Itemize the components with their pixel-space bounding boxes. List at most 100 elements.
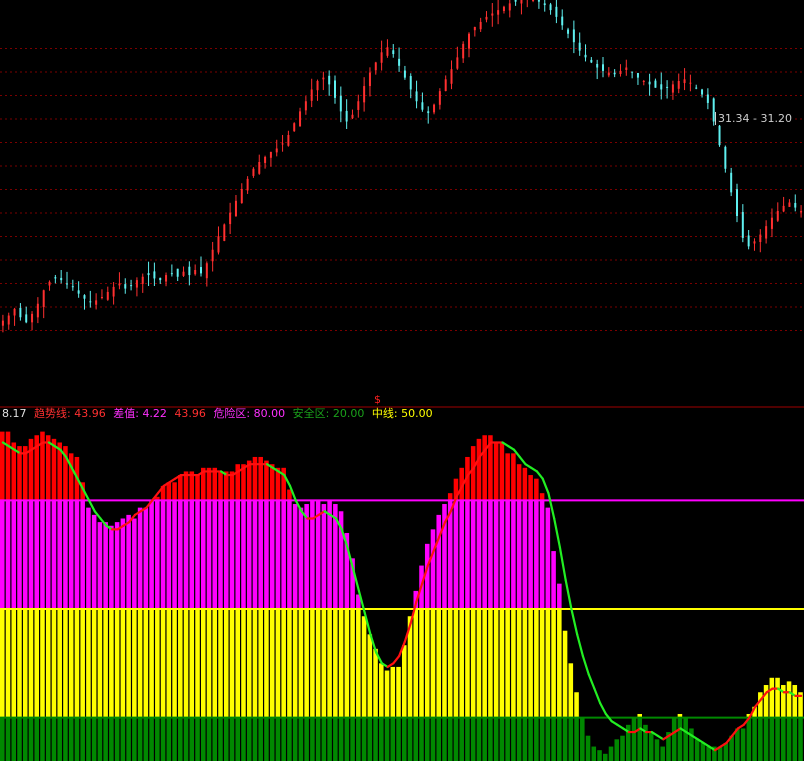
osc-bar (166, 609, 172, 718)
osc-bar (333, 609, 338, 718)
osc-bar (155, 717, 160, 761)
osc-bar (97, 522, 103, 609)
osc-bar (17, 717, 22, 761)
osc-bar (396, 717, 401, 761)
legend-trend-value-2: 43.96 (174, 407, 206, 420)
candle-body (246, 178, 249, 191)
candle-body (607, 72, 610, 76)
osc-bar (568, 663, 574, 718)
candle-body (205, 263, 208, 279)
osc-bar (315, 717, 321, 761)
osc-bar (786, 717, 792, 761)
signal-marker: $ (374, 393, 381, 406)
osc-bar (206, 717, 212, 761)
price-range-label: 31.34 - 31.20 (715, 112, 794, 125)
osc-bar (493, 442, 499, 501)
candle-body (759, 234, 762, 243)
candle-body (60, 277, 63, 281)
osc-bar (356, 717, 361, 761)
osc-bar (264, 609, 269, 718)
osc-bar (34, 717, 39, 761)
osc-bar (51, 500, 57, 609)
candle-body (334, 80, 336, 98)
osc-bar (91, 717, 97, 761)
osc-bar (758, 717, 763, 761)
osc-bar (361, 616, 367, 718)
candle-body (514, 0, 517, 2)
osc-bar (505, 717, 510, 761)
candle-body (194, 270, 197, 275)
osc-bar (63, 609, 68, 718)
candle-body (491, 13, 494, 16)
candle-body (374, 62, 377, 71)
candle-body (701, 89, 704, 95)
osc-bar (178, 717, 183, 761)
candle-body (316, 81, 319, 91)
osc-bar (235, 500, 240, 609)
osc-bar (505, 609, 510, 718)
candle-body (427, 111, 430, 114)
candle-body (66, 283, 68, 285)
candle-body (747, 235, 750, 247)
osc-bar (74, 609, 80, 718)
candle-body (42, 290, 45, 308)
osc-bar (212, 500, 218, 609)
osc-bar (367, 717, 373, 761)
osc-bar (91, 609, 97, 718)
osc-bar (206, 467, 212, 501)
candle-body (520, 0, 523, 4)
osc-bar (511, 717, 516, 761)
osc-bar (235, 717, 240, 761)
osc-bar (206, 500, 212, 609)
candle-body (561, 16, 564, 26)
osc-bar (269, 500, 275, 609)
osc-bar (68, 717, 74, 761)
candle-body (275, 148, 278, 153)
osc-bar (493, 609, 499, 718)
osc-bar (17, 609, 22, 718)
candle-body (444, 79, 447, 92)
osc-bar (522, 717, 528, 761)
candle-body (54, 277, 57, 279)
osc-bar (476, 500, 482, 609)
candle-body (77, 290, 80, 294)
osc-bar (459, 717, 464, 761)
osc-bar (235, 609, 240, 718)
osc-bar (0, 609, 5, 718)
candle-body (100, 297, 103, 298)
osc-bar (223, 717, 229, 761)
osc-bar (206, 609, 212, 718)
osc-bar (40, 717, 45, 761)
osc-bar (424, 543, 430, 609)
osc-bar (11, 717, 17, 761)
osc-bar (143, 717, 149, 761)
osc-bar (298, 609, 304, 718)
candle-body (462, 43, 465, 59)
candle-body (19, 307, 22, 318)
candle-body (392, 50, 395, 54)
osc-bar (344, 717, 350, 761)
osc-bar (155, 500, 160, 609)
osc-bar (22, 500, 28, 609)
osc-bar (218, 500, 223, 609)
osc-bar (68, 500, 74, 609)
osc-bar (126, 609, 131, 718)
candle-body (258, 162, 261, 174)
candle-body (788, 202, 791, 207)
osc-bar (218, 609, 223, 718)
candle-body (304, 101, 307, 111)
candle-body (322, 77, 325, 80)
osc-bar (545, 609, 551, 718)
osc-bar (746, 717, 752, 761)
osc-bar (775, 717, 780, 761)
osc-bar (407, 717, 413, 761)
candle-body (299, 111, 302, 127)
osc-bar (453, 609, 459, 718)
osc-bar (327, 717, 332, 761)
candle-body (240, 189, 243, 204)
trend-line-segment (593, 687, 602, 705)
candle-body (264, 156, 267, 163)
legend-danger-label: 危险区: (213, 407, 251, 420)
osc-bar (269, 609, 275, 718)
osc-bar (109, 717, 114, 761)
